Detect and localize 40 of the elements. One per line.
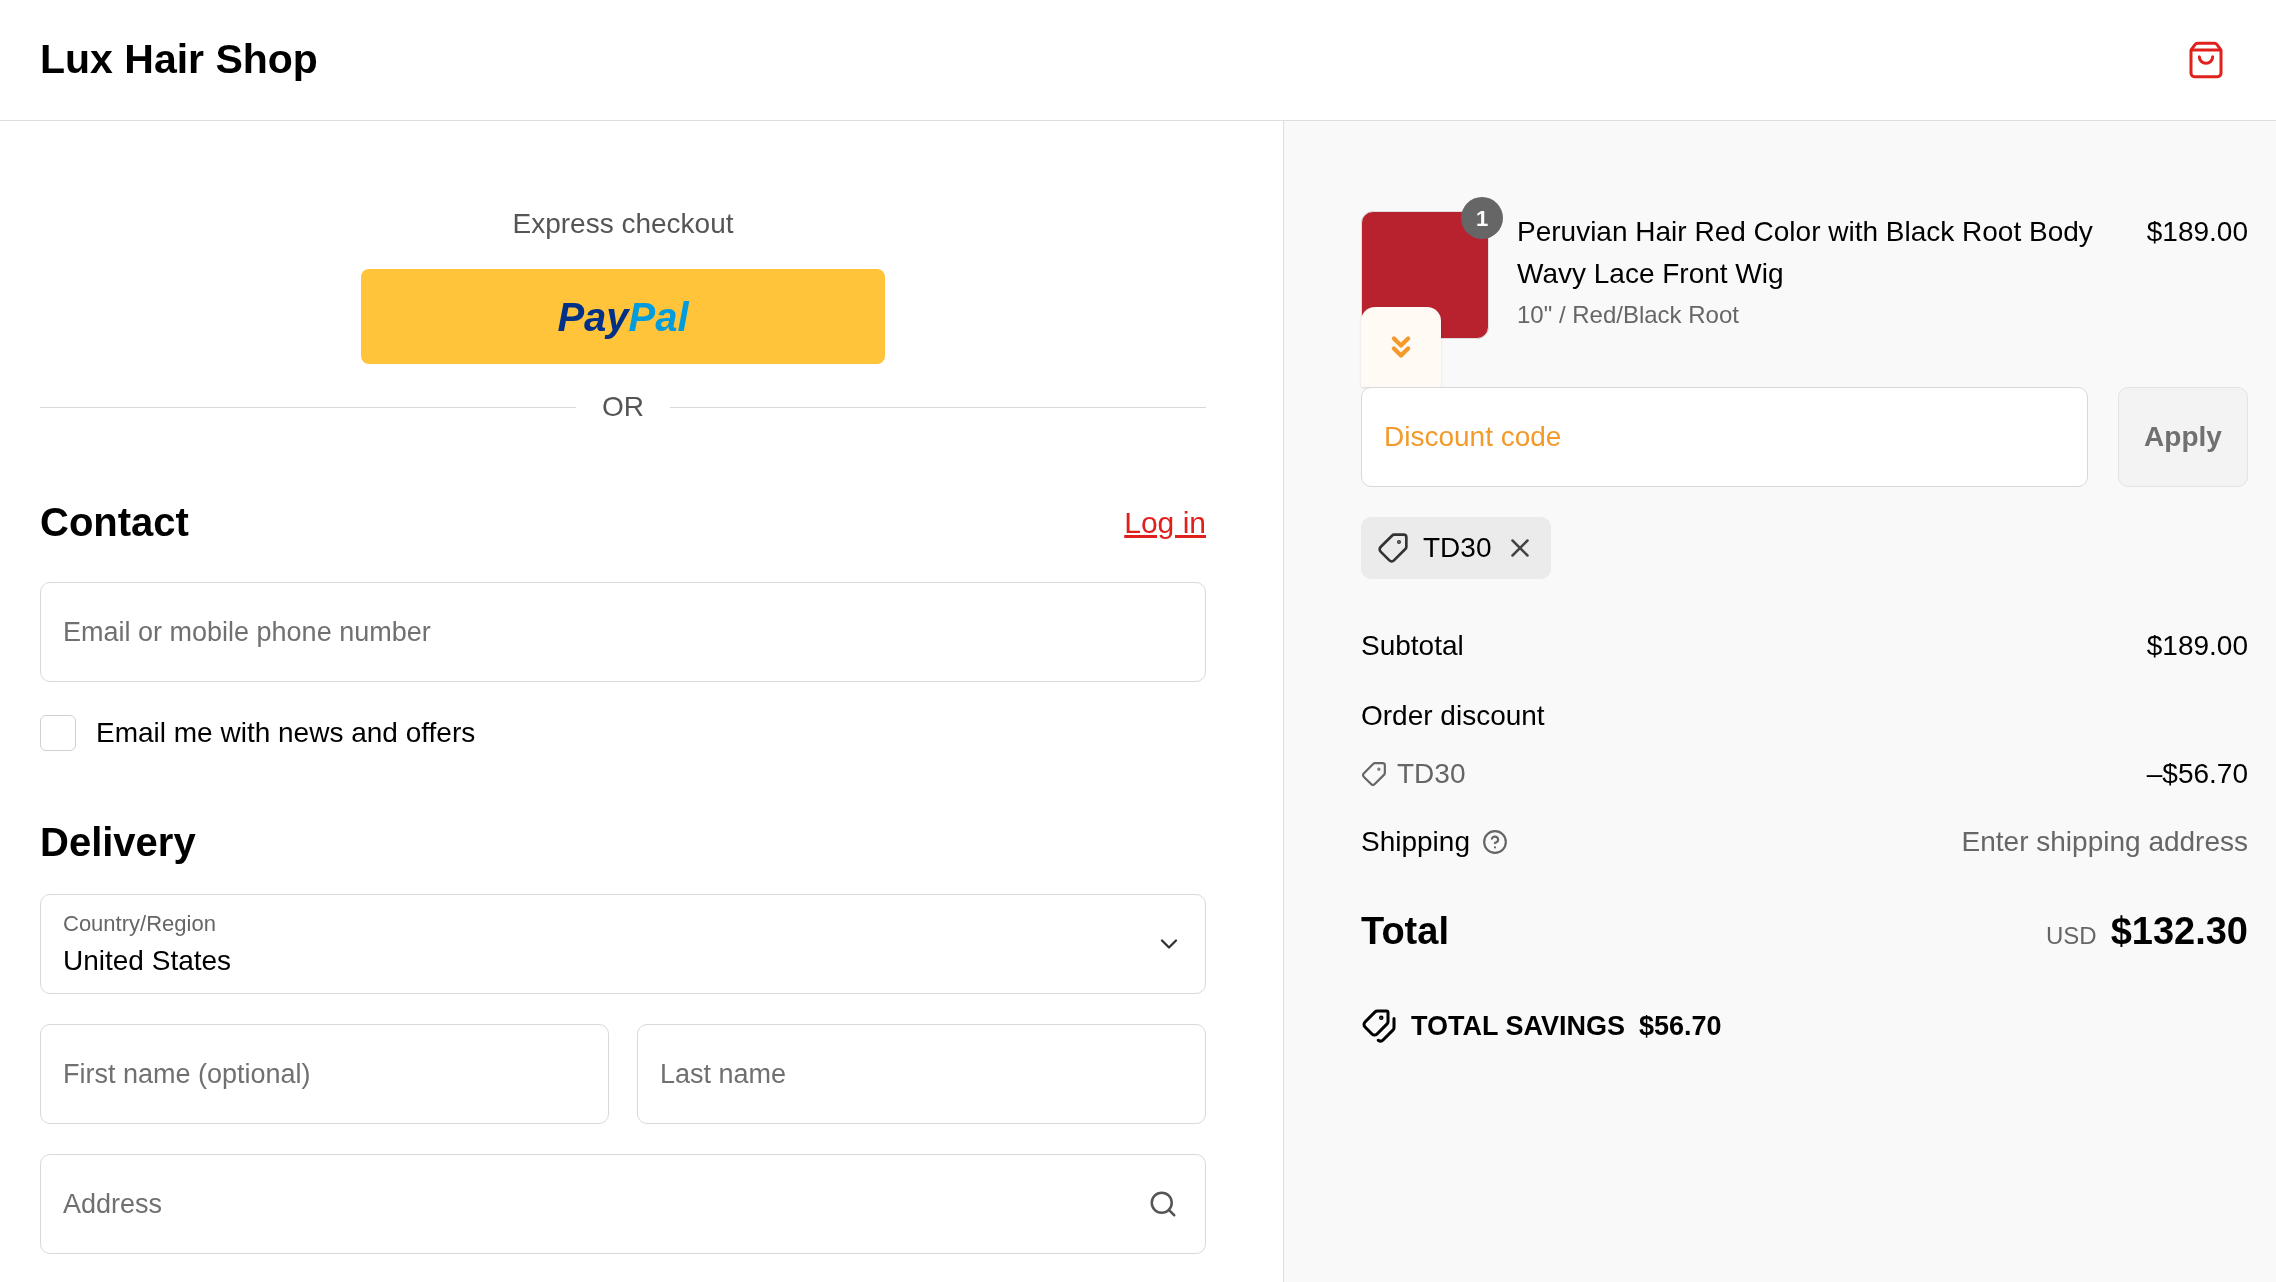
shop-name: Lux Hair Shop (40, 35, 318, 85)
contact-heading: Contact (40, 499, 189, 546)
country-value: United States (63, 943, 232, 978)
delivery-heading: Delivery (40, 819, 197, 866)
tag-icon (1377, 532, 1409, 564)
or-divider-label: OR (602, 390, 644, 424)
shipping-label: Shipping (1361, 825, 1470, 859)
discount-value: –$56.70 (2146, 757, 2248, 791)
express-checkout-title: Express checkout (512, 207, 734, 241)
tag-icon (1361, 761, 1387, 787)
subtotal-value: $189.00 (2146, 629, 2248, 663)
newsletter-checkbox[interactable] (40, 715, 76, 751)
tags-icon (1361, 1008, 1397, 1045)
newsletter-label: Email me with news and offers (96, 716, 476, 750)
product-title: Peruvian Hair Red Color with Black Root Body Wavy Lace Front Wig (1517, 215, 2094, 291)
email-input-field[interactable]: Email or mobile phone number (40, 582, 1206, 682)
discount-code-label: TD30 (1397, 757, 1466, 791)
total-label: Total (1361, 909, 1449, 954)
country-label: Country/Region (63, 909, 217, 938)
discount-code-input-field[interactable]: Discount code (1361, 387, 2088, 487)
search-icon (1148, 1189, 1178, 1219)
log-in-link[interactable]: Log in (1124, 499, 1206, 545)
total-savings-label: TOTAL SAVINGS (1411, 1010, 1626, 1043)
help-icon[interactable] (1482, 829, 1508, 855)
quantity-badge: 1 (1461, 197, 1503, 239)
paypal-button[interactable]: PayPal (361, 269, 885, 364)
last-name-input-field[interactable]: Last name (637, 1024, 1206, 1124)
country-select[interactable]: Country/Region United States (40, 894, 1206, 994)
total-value: $132.30 (2110, 909, 2248, 954)
apply-button[interactable]: Apply (2118, 387, 2248, 487)
shipping-value: Enter shipping address (1961, 825, 2248, 859)
product-price: $189.00 (2145, 215, 2248, 249)
first-name-input-field[interactable]: First name (optional) (40, 1024, 609, 1124)
total-savings-value: $56.70 (1639, 1010, 1722, 1043)
product-variant: 10" / Red/Black Root (1517, 300, 1740, 330)
address-input-field[interactable]: Address (40, 1154, 1206, 1254)
discount-tag-label: TD30 (1423, 531, 1492, 565)
subtotal-label: Subtotal (1361, 629, 1464, 663)
currency-label: USD (2045, 921, 2097, 951)
order-discount-label: Order discount (1361, 699, 1546, 733)
